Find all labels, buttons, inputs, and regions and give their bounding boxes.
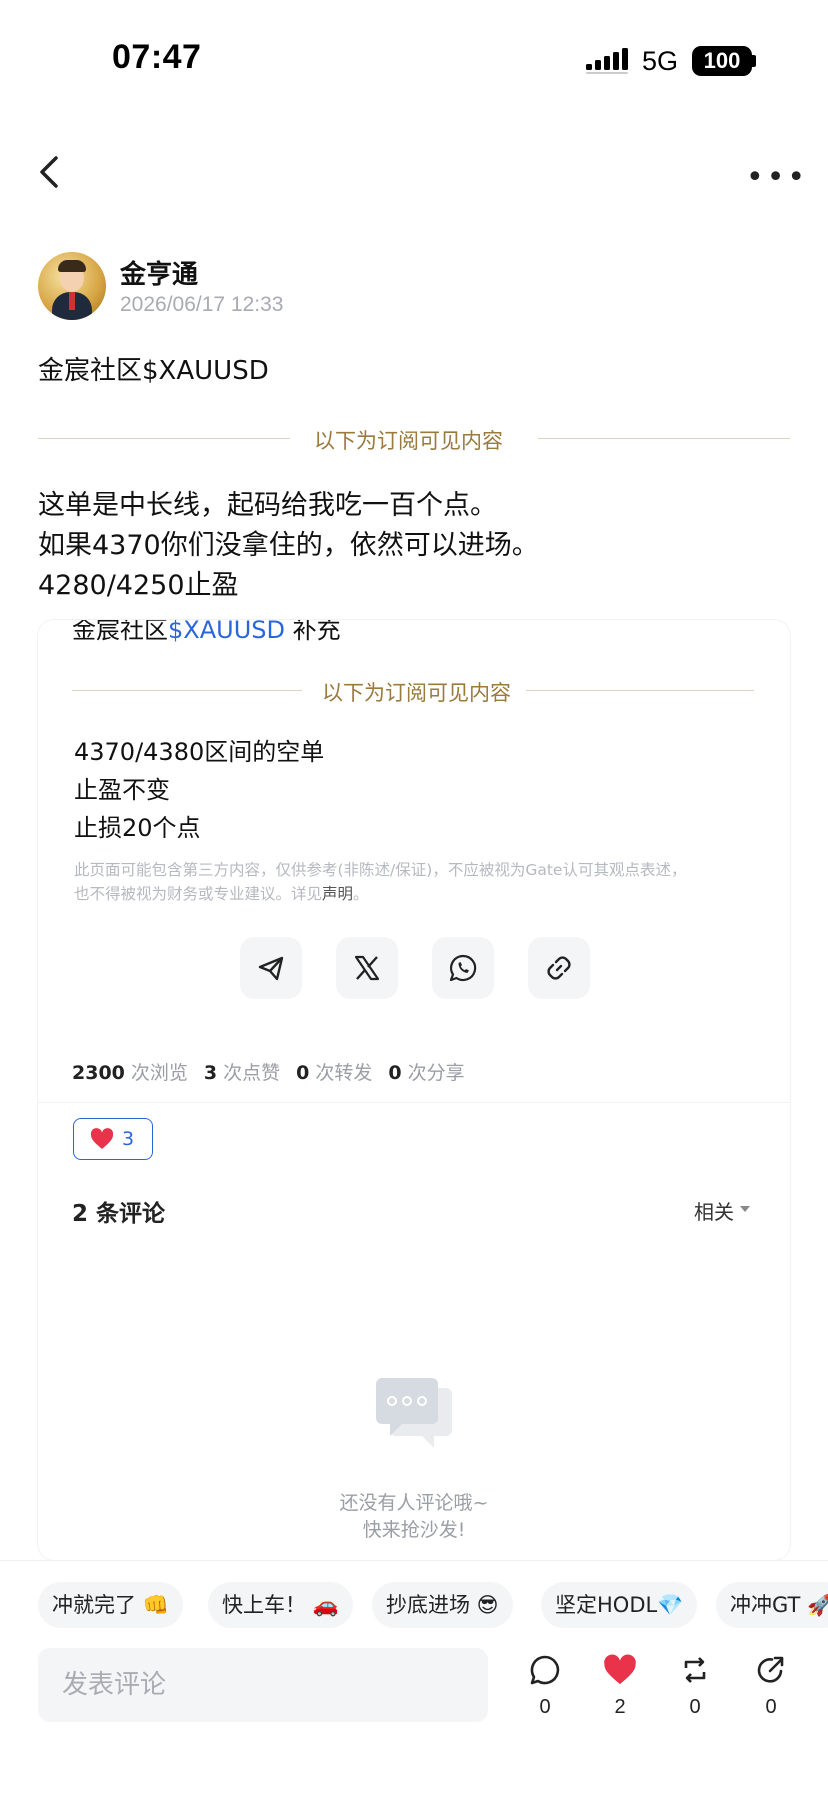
quoted-suffix: 补充 [284, 620, 341, 644]
shares-label: 次分享 [407, 1062, 465, 1084]
disclaimer-end: 。 [353, 885, 369, 903]
heart-reaction-chip[interactable]: 3 [73, 1118, 153, 1160]
disclaimer-text: 也不得被视为财务或专业建议。详见 [74, 885, 323, 903]
disclaimer-line-2: 也不得被视为财务或专业建议。详见声明。 [74, 882, 369, 904]
like-count: 2 [614, 1696, 626, 1718]
share-icon [757, 1656, 784, 1683]
avatar-tie [69, 292, 75, 310]
quick-reply-chip[interactable]: 快上车！ 🚗 [208, 1582, 353, 1628]
avatar[interactable] [38, 252, 106, 320]
card-content-line-2: 止盈不变 [74, 776, 170, 804]
repost-action-button[interactable]: 0 [672, 1654, 718, 1719]
author-name[interactable]: 金亨通 [120, 254, 198, 291]
share-telegram-button[interactable] [240, 937, 302, 999]
comment-bubble-icon [530, 1655, 560, 1685]
post-timestamp: 2026/06/17 12:33 [120, 293, 284, 316]
post-content-line-2: 如果4370你们没拿住的，依然可以进场。 [38, 530, 539, 561]
quick-reply-chip[interactable]: 抄底进场 😎 [372, 1582, 513, 1628]
network-type: 5G [642, 46, 679, 76]
link-icon [547, 956, 571, 980]
quoted-tag[interactable]: $XAUUSD [168, 620, 285, 644]
empty-comments-text-1: 还没有人评论哦~ [339, 1492, 489, 1514]
likes-label: 次点赞 [223, 1062, 281, 1084]
battery-nub [752, 55, 756, 67]
card-divider-right [526, 690, 754, 691]
reaction-count: 3 [122, 1128, 135, 1150]
card-content-line-3: 止损20个点 [74, 814, 201, 842]
battery-icon: 100 [692, 46, 752, 76]
signal-icon [586, 48, 628, 74]
post-tag-line[interactable]: 金宸社区$XAUUSD [38, 350, 269, 387]
quick-reply-chip[interactable]: 坚定HODL💎 [541, 1582, 698, 1628]
more-options-icon[interactable]: ••• [746, 160, 808, 195]
divider-line-left [38, 438, 290, 439]
quoted-prefix: 金宸社区 [72, 620, 168, 644]
x-icon [354, 955, 380, 981]
heart-filled-icon [604, 1654, 636, 1685]
shares-count: 0 [388, 1062, 402, 1084]
quick-reply-chip[interactable]: 冲冲GT 🚀 [716, 1582, 828, 1628]
heart-icon [90, 1128, 114, 1149]
card-divider-left [72, 690, 302, 691]
telegram-icon [258, 956, 284, 981]
share-x-button[interactable] [336, 937, 398, 999]
post-content-line-3: 4280/4250止盈 [38, 570, 239, 601]
repost-count: 0 [689, 1696, 701, 1718]
quoted-post-card[interactable]: 金宸社区$XAUUSD 补充 以下为订阅可见内容 4370/4380区间的空单 … [38, 620, 790, 1560]
comment-count: 0 [539, 1696, 551, 1718]
reposts-count: 0 [296, 1062, 310, 1084]
sort-dropdown[interactable]: 相关 [694, 1196, 734, 1225]
share-count: 0 [765, 1696, 777, 1718]
subscriber-label: 以下为订阅可见内容 [314, 429, 503, 453]
share-action-button[interactable]: 0 [748, 1654, 794, 1719]
back-arrow-icon[interactable] [36, 152, 64, 192]
repost-icon [684, 1657, 706, 1683]
disclaimer-line-1: 此页面可能包含第三方内容，仅供参考(非陈述/保证)，不应被视为Gate认可其观点… [74, 861, 687, 879]
empty-comments-text-2: 快来抢沙发! [362, 1519, 466, 1541]
card-separator [38, 1102, 790, 1103]
comments-title: 2 条评论 [72, 1201, 166, 1227]
post-stats: 2300 次浏览 3 次点赞 0 次转发 0 次分享 [72, 1058, 481, 1085]
divider-line-right [538, 438, 790, 439]
status-time: 07:47 [112, 38, 202, 76]
card-subscriber-label: 以下为订阅可见内容 [322, 681, 511, 705]
post-content-line-1: 这单是中长线，起码给我吃一百个点。 [38, 490, 497, 521]
reposts-label: 次转发 [315, 1062, 373, 1084]
likes-count: 3 [203, 1062, 218, 1084]
views-label: 次浏览 [130, 1062, 188, 1084]
comment-action-button[interactable]: 0 [522, 1654, 568, 1719]
quick-reply-chip[interactable]: 冲就完了 👊 [38, 1582, 183, 1628]
share-whatsapp-button[interactable] [432, 937, 494, 999]
quoted-post-header: 金宸社区$XAUUSD 补充 [72, 620, 341, 645]
comment-input[interactable] [38, 1648, 488, 1722]
disclaimer-link[interactable]: 声明 [322, 885, 353, 903]
card-content-line-1: 4370/4380区间的空单 [74, 738, 325, 766]
bottom-bar-border [0, 1560, 828, 1561]
views-count: 2300 [72, 1062, 125, 1084]
like-action-button[interactable]: 2 [597, 1654, 643, 1719]
avatar-hair [58, 260, 86, 272]
share-link-button[interactable] [528, 937, 590, 999]
caret-down-icon[interactable] [740, 1206, 750, 1212]
empty-comments-icon [376, 1378, 452, 1448]
whatsapp-icon [449, 954, 477, 982]
